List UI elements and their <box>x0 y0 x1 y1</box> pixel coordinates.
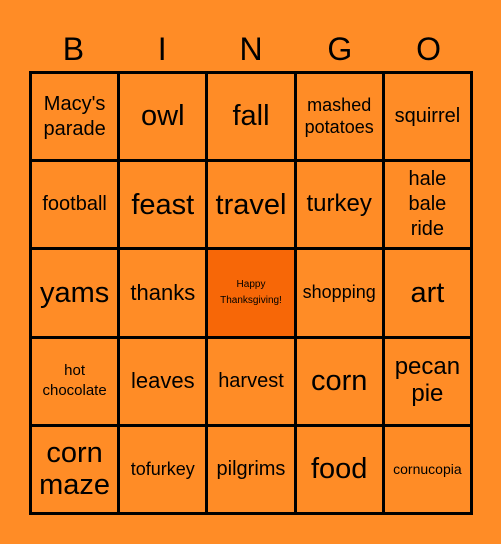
bingo-cell[interactable]: pilgrims <box>208 426 294 512</box>
bingo-cell[interactable]: hale bale ride <box>384 162 470 248</box>
bingo-cell[interactable]: food <box>296 426 382 512</box>
header-letter-g: G <box>327 31 353 67</box>
bingo-cell[interactable]: yams <box>32 250 118 336</box>
bingo-grid: Macy's parade owl fall mashed potatoes s… <box>29 71 473 515</box>
bingo-cell[interactable]: travel <box>208 162 294 248</box>
bingo-cell[interactable]: turkey <box>296 162 382 248</box>
header-letter-b: B <box>62 31 85 67</box>
bingo-cell[interactable]: corn <box>296 338 382 424</box>
bingo-cell[interactable]: pecan pie <box>384 338 470 424</box>
bingo-cell[interactable]: leaves <box>120 338 206 424</box>
bingo-cell[interactable]: thanks <box>120 250 206 336</box>
bingo-cell[interactable]: Macy's parade <box>32 74 118 160</box>
bingo-cell[interactable]: owl <box>120 74 206 160</box>
free-space-cell[interactable]: Happy Thanksgiving! <box>208 250 294 336</box>
bingo-cell[interactable]: football <box>32 162 118 248</box>
bingo-cell[interactable]: corn maze <box>32 426 118 512</box>
bingo-cell[interactable]: cornucopia <box>384 426 470 512</box>
bingo-cell[interactable]: feast <box>120 162 206 248</box>
bingo-cell[interactable]: shopping <box>296 250 382 336</box>
header-letter-o: O <box>416 31 442 67</box>
bingo-cell[interactable]: tofurkey <box>120 426 206 512</box>
bingo-cell[interactable]: art <box>384 250 470 336</box>
bingo-cell[interactable]: squirrel <box>384 74 470 160</box>
bingo-cell[interactable]: mashed potatoes <box>296 74 382 160</box>
bingo-card: B I N G O Macy's parade owl fall mashed … <box>0 0 501 544</box>
bingo-cell[interactable]: hot chocolate <box>32 338 118 424</box>
header-letter-n: N <box>239 31 263 67</box>
bingo-header: B I N G O <box>29 28 473 70</box>
bingo-cell[interactable]: fall <box>208 74 294 160</box>
header-letter-i: I <box>157 31 167 67</box>
bingo-cell[interactable]: harvest <box>208 338 294 424</box>
